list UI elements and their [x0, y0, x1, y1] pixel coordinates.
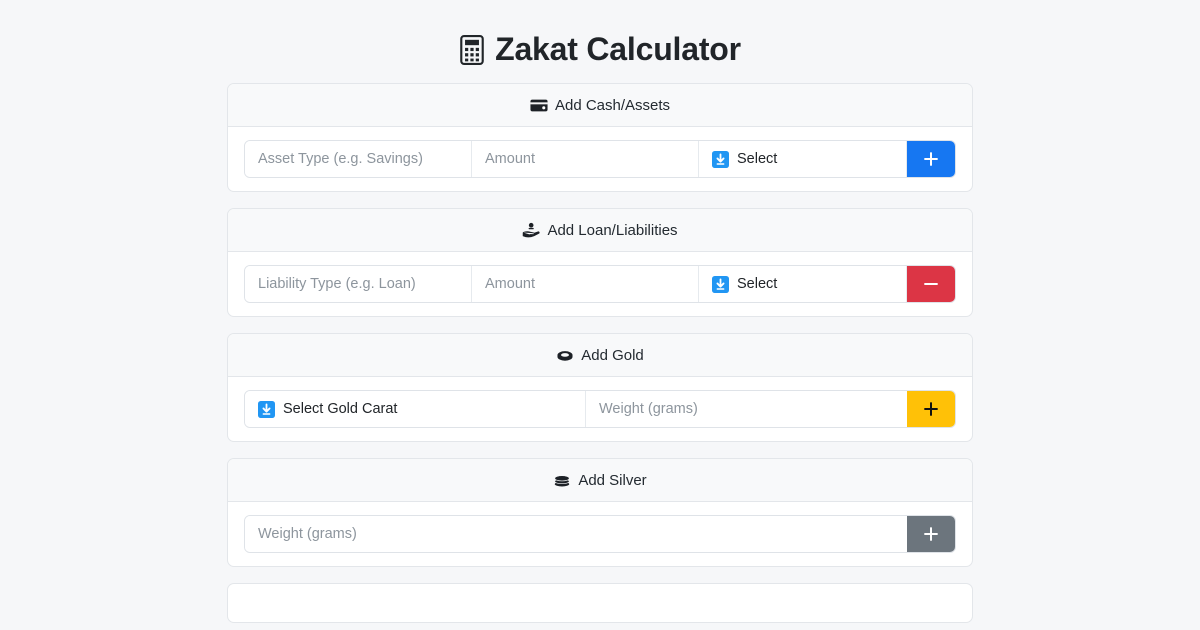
card-header-loan-liabilities: Add Loan/Liabilities [228, 209, 972, 253]
hand-holding-money-icon [522, 221, 541, 239]
card-header-label-gold: Add Gold [581, 346, 644, 364]
download-select-icon [712, 275, 729, 293]
card-cash-assets: Add Cash/Assets Asset Type (e.g. Savings… [227, 83, 973, 193]
asset-type-input[interactable]: Asset Type (e.g. Savings) [245, 141, 472, 178]
silver-input-group: Weight (grams) [244, 515, 956, 554]
card-loan-liabilities: Add Loan/Liabilities Liability Type (e.g… [227, 208, 973, 318]
gold-weight-input[interactable]: Weight (grams) [586, 391, 907, 428]
plus-icon [924, 152, 938, 167]
calculator-icon [459, 35, 485, 66]
add-silver-button[interactable] [907, 516, 955, 553]
asset-currency-select-label: Select [737, 151, 778, 168]
add-gold-button[interactable] [907, 391, 955, 428]
asset-currency-select[interactable]: Select [699, 141, 907, 178]
page-title: Zakat Calculator [0, 0, 1200, 68]
card-gold: Add Gold Select Gold Carat Weight (grams… [227, 333, 973, 443]
asset-input-group: Asset Type (e.g. Savings) Amount Select [244, 140, 956, 179]
plus-icon [924, 527, 938, 542]
gold-carat-select[interactable]: Select Gold Carat [245, 391, 586, 428]
card-next-partial [227, 583, 973, 624]
plus-icon [924, 402, 938, 417]
liability-amount-input[interactable]: Amount [472, 266, 699, 303]
remove-liability-button[interactable] [907, 266, 955, 303]
liability-currency-select-label: Select [737, 276, 778, 293]
card-header-cash-assets: Add Cash/Assets [228, 84, 972, 128]
gold-carat-select-label: Select Gold Carat [283, 401, 398, 418]
card-header-label-loan-liabilities: Add Loan/Liabilities [547, 221, 678, 239]
card-header-label-silver: Add Silver [578, 471, 647, 489]
card-body-cash-assets: Asset Type (e.g. Savings) Amount Select [228, 127, 972, 191]
card-silver: Add Silver Weight (grams) [227, 458, 973, 568]
coins-stack-icon [553, 471, 571, 489]
wallet-icon [530, 96, 548, 114]
cards-container: Add Cash/Assets Asset Type (e.g. Savings… [227, 68, 973, 624]
ring-icon [556, 346, 574, 364]
download-select-icon [712, 150, 729, 168]
page-title-text: Zakat Calculator [495, 31, 741, 67]
card-header-label-cash-assets: Add Cash/Assets [554, 96, 671, 114]
card-body-gold: Select Gold Carat Weight (grams) [228, 377, 972, 441]
card-header-silver: Add Silver [228, 459, 972, 503]
liability-input-group: Liability Type (e.g. Loan) Amount Select [244, 265, 956, 304]
minus-icon [924, 283, 938, 286]
liability-currency-select[interactable]: Select [699, 266, 907, 303]
gold-input-group: Select Gold Carat Weight (grams) [244, 390, 956, 429]
card-body-loan-liabilities: Liability Type (e.g. Loan) Amount Select [228, 252, 972, 316]
liability-type-input[interactable]: Liability Type (e.g. Loan) [245, 266, 472, 303]
card-body-silver: Weight (grams) [228, 502, 972, 566]
download-select-icon [258, 400, 275, 418]
add-asset-button[interactable] [907, 141, 955, 178]
asset-amount-input[interactable]: Amount [472, 141, 699, 178]
card-header-gold: Add Gold [228, 334, 972, 378]
zakat-calculator-page: Zakat Calculator Add Cash/Assets Asset T… [0, 0, 1200, 630]
silver-weight-input[interactable]: Weight (grams) [245, 516, 907, 553]
